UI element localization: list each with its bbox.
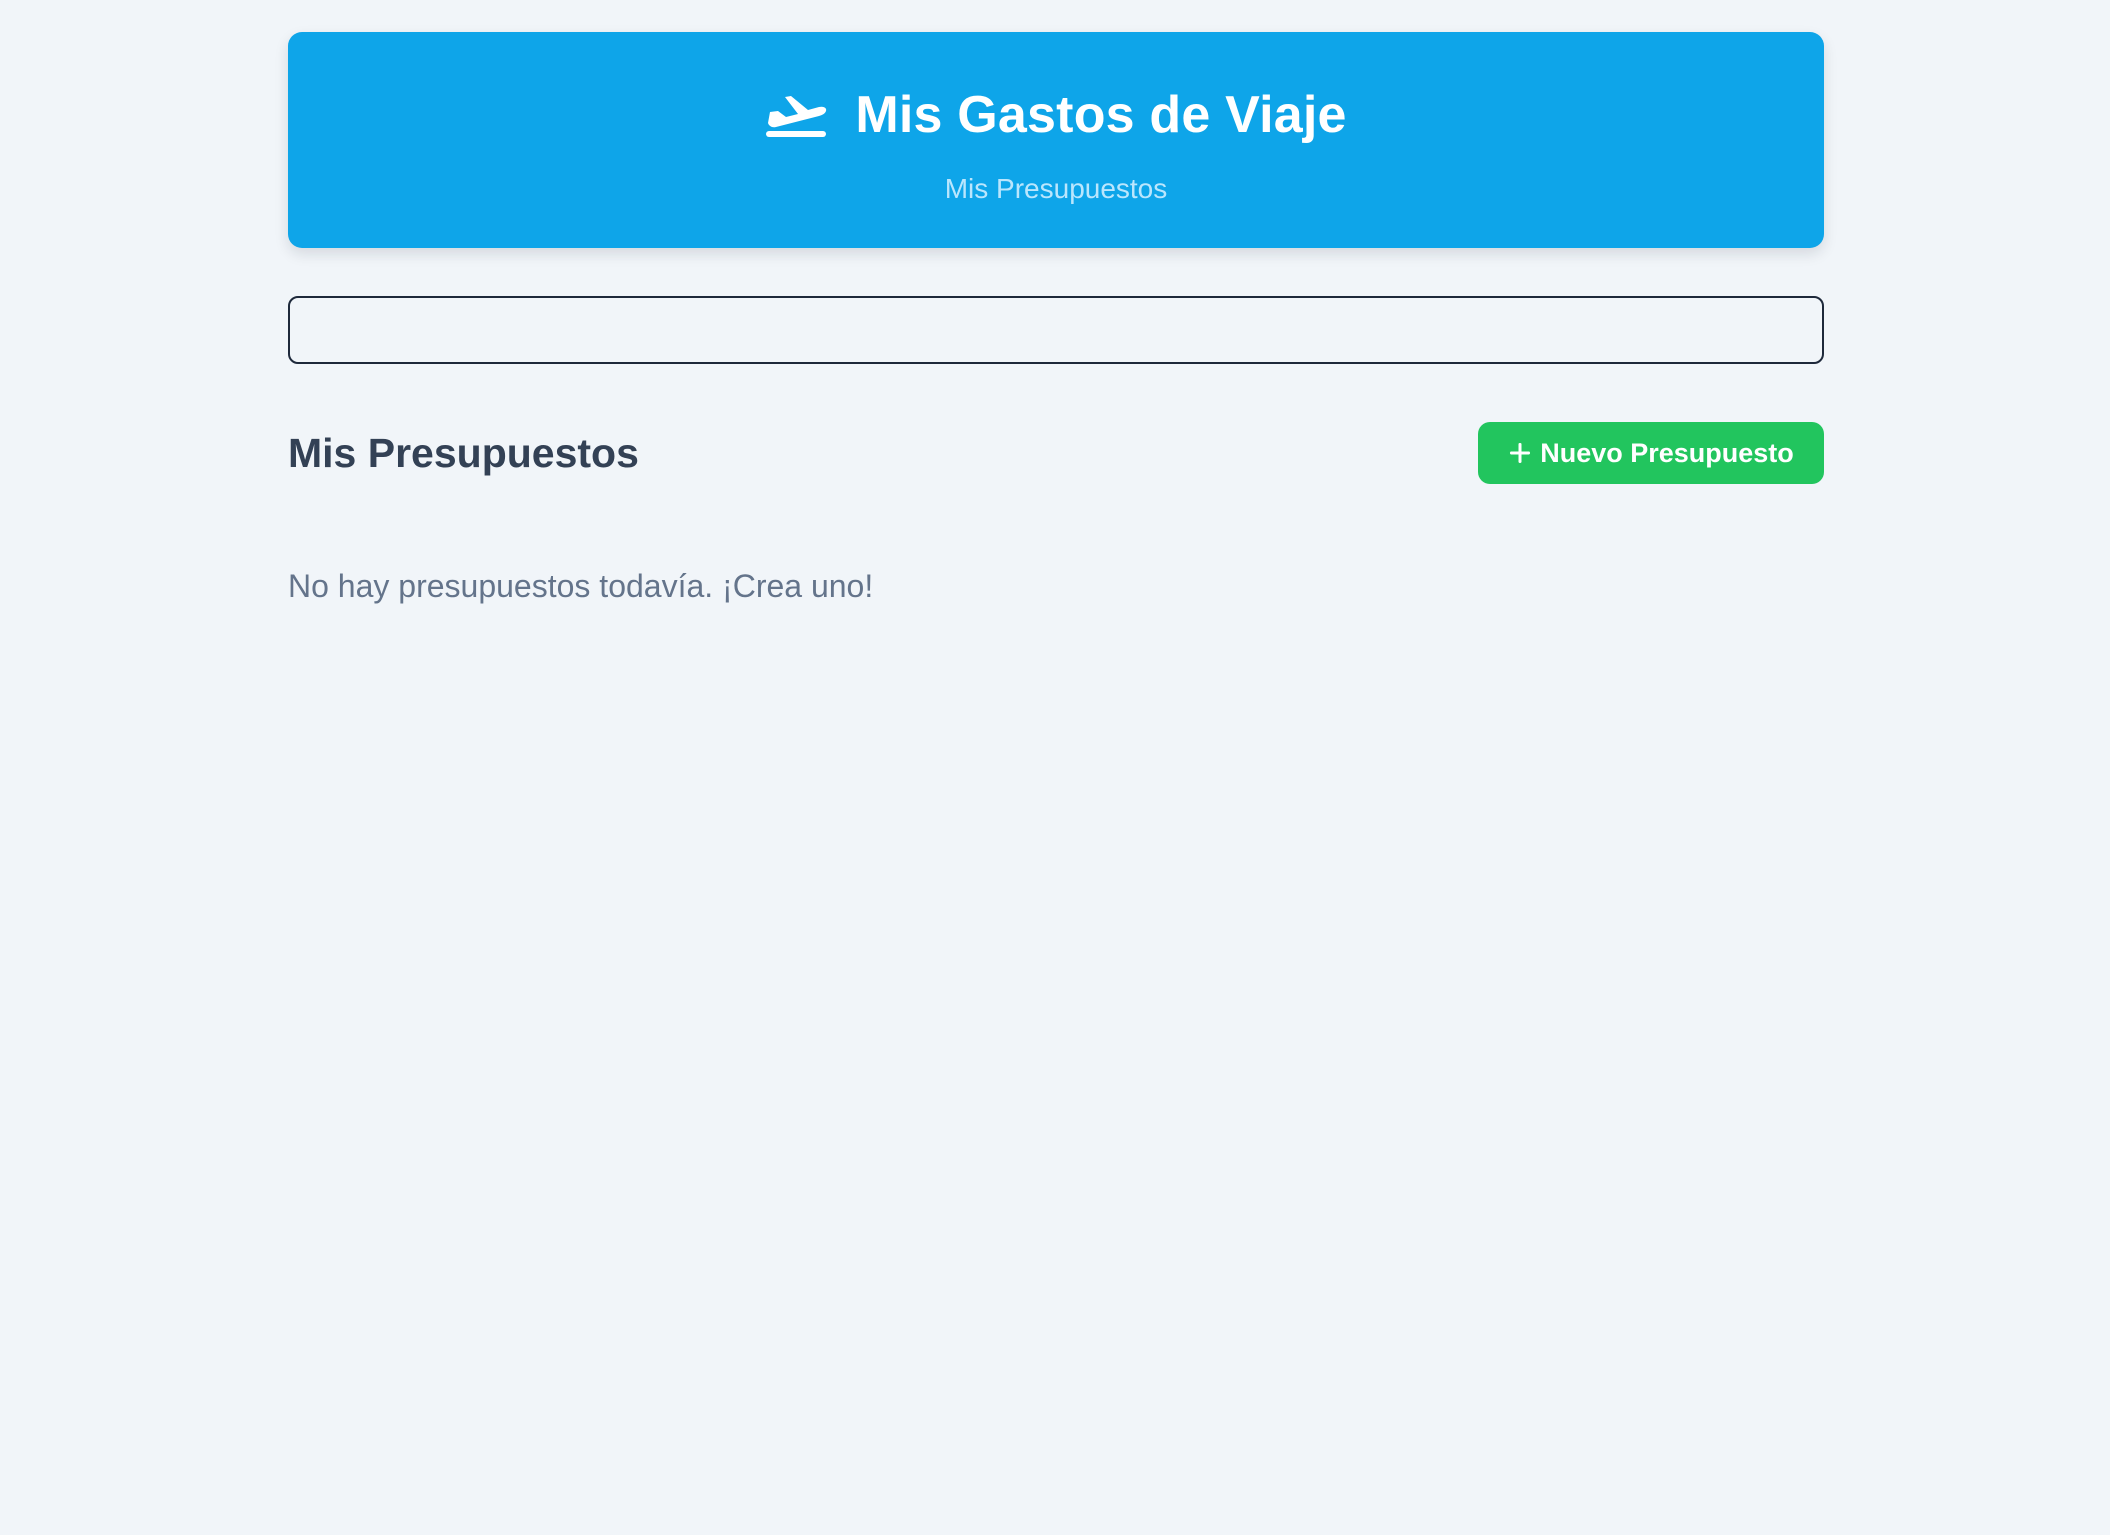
app-container: Mis Gastos de Viaje Mis Presupuestos Mis… — [288, 0, 1824, 602]
new-budget-button[interactable]: Nuevo Presupuesto — [1478, 422, 1824, 484]
app-subtitle: Mis Presupuestos — [944, 173, 1168, 204]
plus-icon — [1508, 441, 1532, 465]
budget-picker[interactable] — [288, 296, 1824, 364]
new-budget-button-label: Nuevo Presupuesto — [1540, 437, 1794, 468]
budgets-section-header: Mis Presupuestos Nuevo Presupuesto — [288, 422, 1824, 484]
empty-state-message: No hay presupuestos todavía. ¡Crea uno! — [288, 568, 874, 604]
airplane-departure-icon — [765, 90, 827, 140]
app-title: Mis Gastos de Viaje — [855, 86, 1347, 144]
app-header: Mis Gastos de Viaje Mis Presupuestos — [288, 32, 1824, 248]
header-title-row: Mis Gastos de Viaje — [765, 89, 1346, 141]
section-title: Mis Presupuestos — [288, 429, 639, 476]
